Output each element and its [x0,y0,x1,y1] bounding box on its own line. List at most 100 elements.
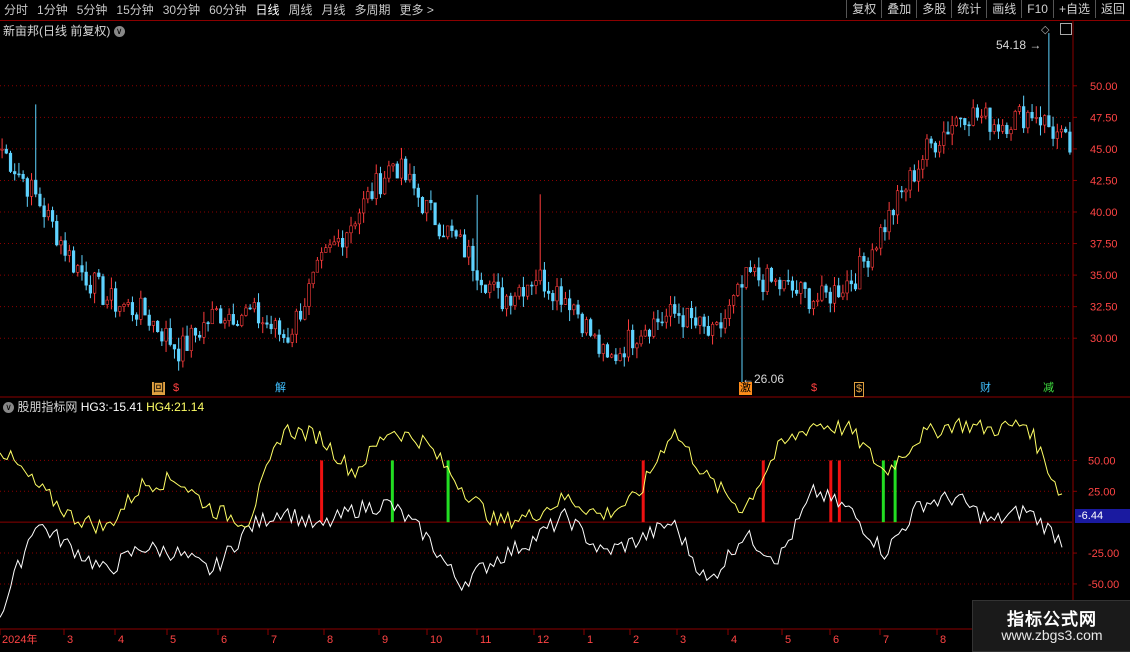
toolbar-button-3[interactable]: 统计 [951,0,986,18]
toolbar-button-4[interactable]: 画线 [986,0,1021,18]
candle-body [530,284,534,287]
candle-body [458,234,462,237]
candle-body [765,267,769,292]
candle-body [719,322,723,329]
indicator-tick-label: -50.00 [1088,579,1119,591]
candle-body [677,313,681,316]
candle-body [151,320,156,326]
period-tab-2[interactable]: 5分钟 [77,0,108,20]
event-badge-0[interactable]: 回 [152,382,165,395]
candle-body [256,302,261,324]
candle-body [832,285,837,304]
candle-body [130,302,135,316]
candle-body [63,240,67,256]
candle-body [874,247,879,251]
candle-body [757,267,761,281]
candle-body [673,304,677,314]
period-tab-4[interactable]: 30分钟 [163,0,200,20]
candle-body [782,280,786,290]
candle-body [681,315,685,328]
toolbar-button-0[interactable]: 复权 [846,0,881,18]
candle-body [404,158,408,181]
candle-body [816,299,820,302]
candle-body [42,205,46,218]
candle-body [13,171,17,175]
candle-body [210,309,214,325]
price-tick-label: 45.00 [1090,144,1118,156]
candle-body [1013,111,1017,130]
candle-body [290,333,294,343]
candle-body [967,124,971,127]
candle-body [429,199,433,204]
candle-body [231,314,235,325]
candle-body [929,138,933,144]
period-tab-1[interactable]: 1分钟 [37,0,68,20]
chart-area[interactable]: 50.00 47.50 45.00 42.50 40.00 37.50 35.00 32.50… [0,21,1130,650]
candle-body [551,293,555,302]
toolbar-button-5[interactable]: F10 [1021,0,1053,18]
candle-body [126,302,130,305]
candle-body [240,315,244,326]
period-tab-6[interactable]: 日线 [255,0,279,20]
candle-body [555,286,559,302]
candle-body [357,212,362,225]
toolbar-button-1[interactable]: 叠加 [881,0,916,18]
candle-body [580,313,584,334]
candle-body [740,284,744,288]
candle-body [147,314,151,326]
month-label: 6 [221,634,227,646]
candle-body [383,177,387,195]
candle-body [891,210,895,216]
toolbar-button-7[interactable]: 返回 [1094,0,1130,18]
candle-body [1068,131,1072,153]
period-tab-8[interactable]: 月线 [322,0,346,20]
candle-body [181,335,185,362]
candle-body [395,163,399,179]
candle-body [1043,115,1047,126]
candle-body [366,191,370,200]
period-tab-10[interactable]: 更多 > [400,0,434,20]
event-badge-1[interactable]: $ [172,382,181,395]
event-badge-7[interactable]: 减 [1042,382,1055,395]
candle-body [1051,126,1055,139]
candle-body [34,179,38,195]
candle-body [584,319,589,334]
event-badge-6[interactable]: 财 [979,382,992,395]
period-tab-5[interactable]: 60分钟 [209,0,246,20]
candle-body [601,344,605,354]
chevron-down-icon[interactable]: ∨ [3,402,14,414]
window-toggle-icon[interactable] [1060,23,1072,35]
month-label: 5 [170,634,176,646]
month-label: 5 [785,634,791,646]
candle-body [610,354,614,358]
main-y-axis: 50.00 47.50 45.00 42.50 40.00 37.50 35.00 32.50… [1073,81,1118,345]
candle-body [105,299,109,305]
candle-body [517,287,521,297]
toolbar-button-6[interactable]: +自选 [1052,0,1095,18]
period-tab-7[interactable]: 周线 [288,0,312,20]
toolbar-button-2[interactable]: 多股 [916,0,951,18]
candle-body [727,304,731,319]
price-tick-label: 30.00 [1090,333,1118,345]
watermark: 指标公式网 www.zbgs3.com [972,600,1130,652]
month-label: 7 [271,634,277,646]
period-tab-9[interactable]: 多周期 [355,0,391,20]
candle-body [984,107,988,117]
event-badge-5[interactable]: $ [854,382,865,397]
candle-body [879,227,883,249]
candle-body [975,107,980,118]
period-tab-3[interactable]: 15分钟 [116,0,153,20]
candle-body [618,353,622,361]
candle-body [437,224,441,237]
candle-body [694,317,698,326]
event-badge-2[interactable]: 解 [274,382,287,395]
diamond-icon[interactable]: ◇ [1041,23,1049,36]
candle-body [277,320,282,335]
event-badge-4[interactable]: $ [810,382,819,395]
candle-body [980,115,984,118]
period-tab-0[interactable]: 分时 [4,0,28,20]
candle-body [282,334,286,339]
event-badge-3[interactable]: 激 [739,382,752,395]
chevron-down-icon[interactable]: ∨ [113,26,125,38]
candle-body [895,190,900,216]
